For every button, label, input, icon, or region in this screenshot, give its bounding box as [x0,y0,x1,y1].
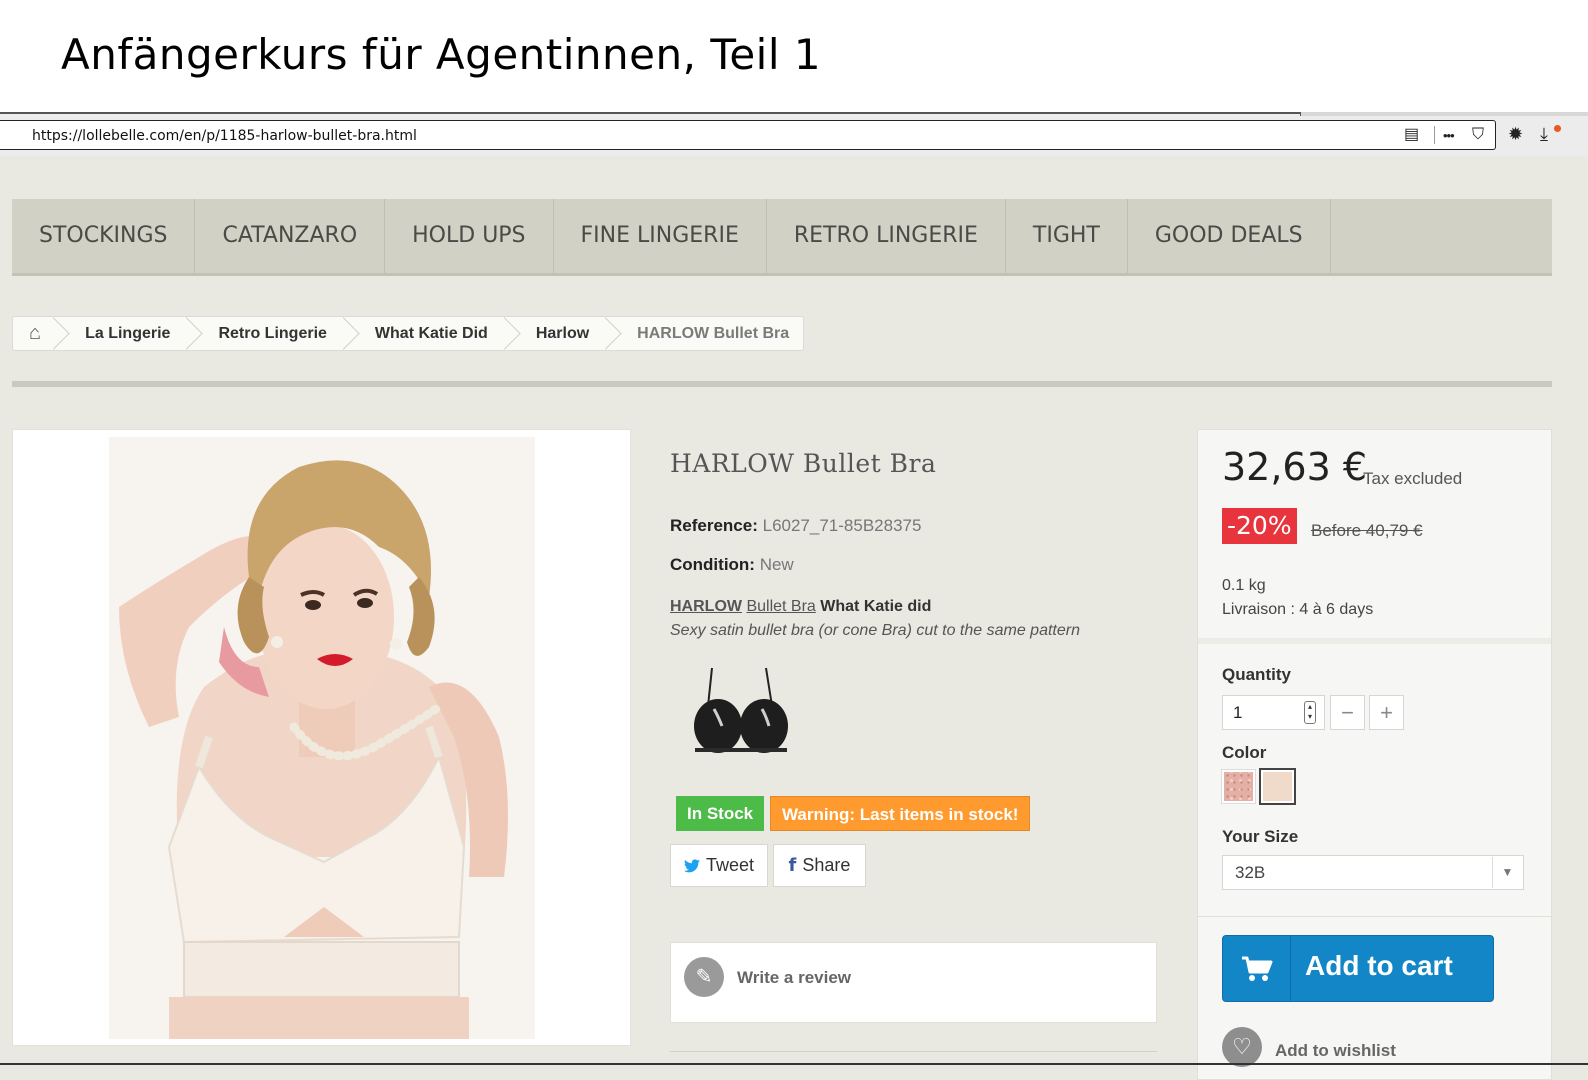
twitter-icon [683,858,700,872]
reader-view-icon[interactable]: ▤ [1404,125,1419,145]
model-illustration [109,437,535,1039]
tweet-button[interactable]: Tweet [670,844,768,887]
quantity-value: 1 [1233,703,1243,722]
description-title: HARLOW Bullet Bra What Katie did [670,598,931,616]
current-price: 32,63 € [1222,445,1368,489]
tax-note: Tax excluded [1363,469,1463,488]
product-weight: 0.1 kg [1222,577,1266,594]
description-brand-link[interactable]: HARLOW [670,598,742,615]
facebook-icon: f [788,855,797,876]
add-to-cart-label: Add to cart [1305,950,1453,981]
breadcrumb-item[interactable]: Harlow [510,317,611,350]
nav-item-retro-lingerie[interactable]: RETRO LINGERIE [767,199,1006,273]
quantity-label: Quantity [1222,665,1291,684]
tab-strip [1300,112,1588,116]
reference-label: Reference: [670,516,758,535]
browser-toolbar: https://lollebelle.com/en/p/1185-harlow-… [0,112,1588,156]
add-to-wishlist-link[interactable]: Add to wishlist [1275,1041,1396,1061]
quantity-plus-button[interactable]: + [1369,695,1404,730]
breadcrumb-item[interactable]: Retro Lingerie [192,317,348,350]
breadcrumb-item[interactable]: What Katie Did [349,317,510,350]
write-review-link[interactable]: Write a review [737,968,851,988]
chevron-down-icon[interactable]: ▼ [1492,857,1522,888]
product-image-card[interactable] [12,429,631,1046]
more-actions-icon[interactable]: ••• [1443,126,1455,146]
size-select[interactable]: 32B ▼ [1222,855,1524,890]
low-stock-warning: Warning: Last items in stock! [770,796,1031,831]
breadcrumb-item[interactable]: La Lingerie [59,317,192,350]
tweet-label: Tweet [705,855,755,875]
web-page: STOCKINGS CATANZARO HOLD UPS FINE LINGER… [0,156,1588,1080]
condition-value: New [759,555,794,574]
size-label: Your Size [1222,827,1299,846]
pocket-icon[interactable]: ⛉ [1472,125,1484,145]
purchase-panel: 32,63 € Tax excluded -20% Before 40,79 €… [1197,429,1552,1080]
nav-item-catanzaro[interactable]: CATANZARO [195,199,386,273]
quantity-spinner-icon[interactable]: ▴ ▾ [1304,701,1316,724]
breadcrumb-current: HARLOW Bullet Bra [637,325,790,342]
main-nav: STOCKINGS CATANZARO HOLD UPS FINE LINGER… [12,199,1552,276]
heart-icon[interactable]: ♡ [1222,1027,1262,1067]
breadcrumb: ⌂ La Lingerie Retro Lingerie What Katie … [12,316,805,351]
in-stock-badge: In Stock [676,796,765,831]
pencil-icon: ✎ [684,957,724,997]
nav-item-good-deals[interactable]: GOOD DEALS [1128,199,1331,273]
original-price: Before 40,79 € [1311,521,1423,540]
color-swatch-nude-selected[interactable] [1259,768,1296,805]
discount-badge: -20% [1222,508,1297,544]
condition-label: Condition: [670,555,755,574]
slide-title: Anfängerkurs für Agentinnen, Teil 1 [61,30,822,79]
description-maker: What Katie did [820,598,932,615]
url-bar[interactable]: https://lollebelle.com/en/p/1185-harlow-… [0,120,1496,150]
panel-divider-2 [1198,916,1551,917]
downloads-icon[interactable]: ⤓ [1540,124,1548,144]
review-divider [670,1051,1157,1052]
nav-item-hold-ups[interactable]: HOLD UPS [385,199,554,273]
color-label: Color [1222,743,1267,762]
share-button[interactable]: f Share [773,844,866,887]
quantity-input[interactable]: 1 ▴ ▾ [1222,695,1325,730]
url-text[interactable]: https://lollebelle.com/en/p/1185-harlow-… [32,128,417,144]
add-to-cart-button[interactable]: Add to cart [1222,935,1494,1002]
product-title: HARLOW Bullet Bra [670,449,937,478]
write-review-box[interactable]: ✎ Write a review [670,942,1157,1023]
home-icon: ⌂ [29,322,42,344]
condition-line: Condition: New [670,555,794,575]
reference-line: Reference: L6027_71-85B28375 [670,516,921,536]
size-value: 32B [1235,863,1266,882]
delivery-time: Livraison : 4 à 6 days [1222,601,1374,618]
nav-item-fine-lingerie[interactable]: FINE LINGERIE [554,199,767,273]
share-label: Share [802,855,851,875]
settings-icon[interactable]: ✹ [1508,124,1523,144]
cart-icon [1223,936,1291,1001]
nav-item-tight[interactable]: TIGHT [1006,199,1128,273]
url-separator [1434,126,1435,144]
description-text: Sexy satin bullet bra (or cone Bra) cut … [670,622,1080,639]
nav-item-stockings[interactable]: STOCKINGS [12,199,196,273]
product-photo[interactable] [109,437,535,1039]
breadcrumb-home[interactable]: ⌂ [13,317,59,350]
product-thumbnail[interactable] [692,664,790,760]
bottom-border [0,1063,1588,1065]
panel-divider [1198,638,1551,644]
section-divider [12,381,1552,387]
description-name-link[interactable]: Bullet Bra [746,598,815,615]
quantity-minus-button[interactable]: − [1330,695,1365,730]
color-swatch-pattern[interactable] [1221,769,1256,804]
reference-value: L6027_71-85B28375 [762,516,922,535]
download-indicator [1554,125,1561,132]
